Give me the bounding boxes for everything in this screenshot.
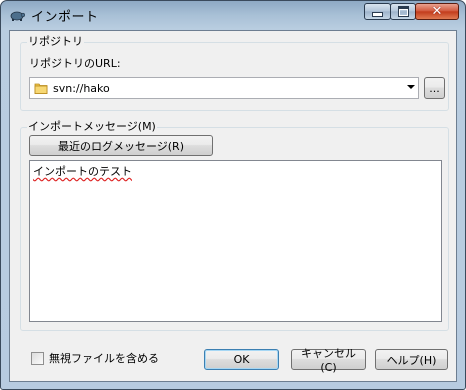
tortoise-icon[interactable] [9,7,26,23]
include-ignored-label[interactable]: 無視ファイルを含める [49,353,159,365]
ok-button[interactable]: OK [204,349,279,370]
include-ignored-checkbox[interactable] [31,352,44,365]
minimize-button[interactable] [364,3,391,20]
minimize-icon [372,12,383,17]
window-title: インポート [31,10,99,25]
import-message-group-label: インポートメッセージ(M) [27,120,157,133]
repository-url-combobox[interactable]: svn://hako [29,77,419,99]
close-button[interactable]: ✕ [415,3,459,20]
cancel-button[interactable]: キャンセル(C) [291,347,366,374]
maximize-icon [397,6,409,17]
help-button[interactable]: ヘルプ(H) [375,349,448,370]
recent-log-messages-button[interactable]: 最近のログメッセージ(R) [29,135,213,156]
maximize-button[interactable] [390,3,416,20]
repository-url-label: リポジトリのURL: [29,57,121,70]
title-bar[interactable]: インポート ✕ [1,1,465,29]
browse-repository-button[interactable]: ... [424,77,445,99]
import-dialog: インポート ✕ リポジトリ リポジトリのURL: svn://hako ... [0,0,466,390]
dropdown-arrow-icon[interactable] [407,85,415,89]
repository-group-label: リポジトリ [27,35,84,48]
import-message-textarea[interactable]: インポートのテスト [29,160,442,322]
dialog-body: リポジトリ リポジトリのURL: svn://hako ... インポートメッセ… [9,30,457,382]
folder-icon [34,81,48,95]
import-message-text: インポートのテスト [33,165,132,178]
repository-url-value: svn://hako [53,82,110,95]
close-icon: ✕ [431,4,443,19]
